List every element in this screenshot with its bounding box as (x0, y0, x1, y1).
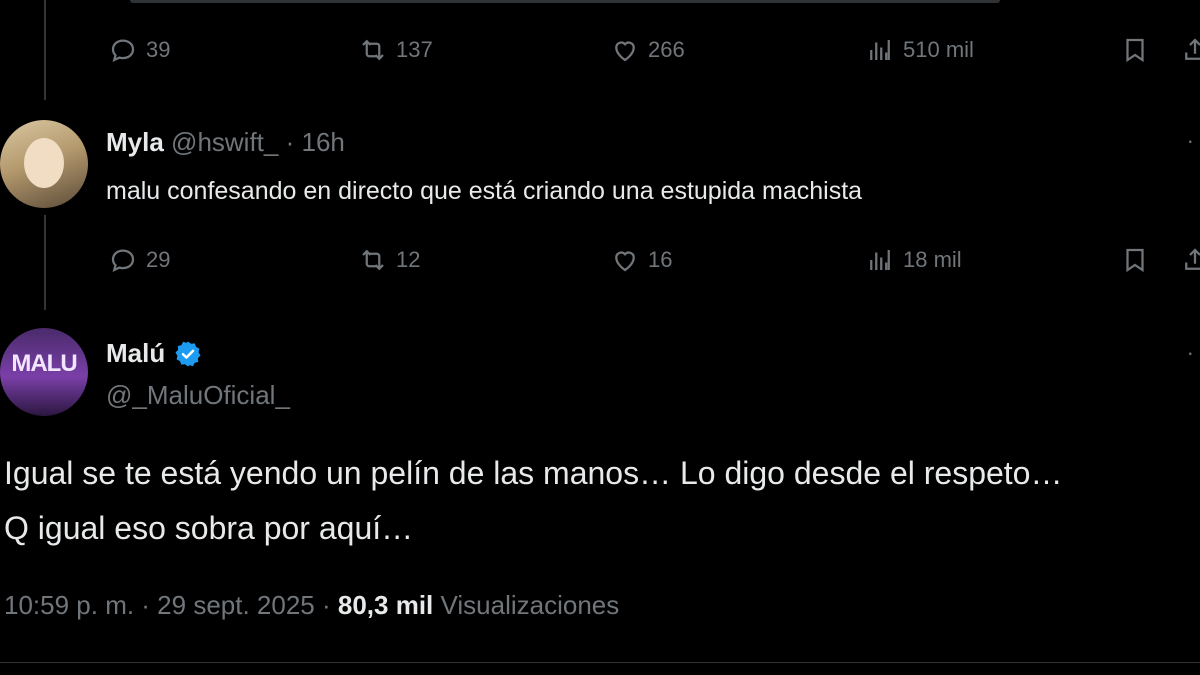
more-options-icon[interactable]: · (1187, 340, 1194, 366)
retweet-count: 12 (396, 247, 421, 272)
retweet-icon (362, 39, 384, 61)
bookmark-button[interactable] (1120, 35, 1150, 65)
tweet-timestamp[interactable]: 10:59 p. m. · 29 sept. 2025 · (4, 590, 331, 620)
like-count: 16 (648, 247, 673, 272)
tweet-1-action-bar: 39 137 266 510 mil (100, 30, 1200, 70)
thread-connector (44, 0, 46, 100)
tweet-2-header: Myla @hswift_ · 16h (106, 127, 345, 158)
avatar-face (24, 138, 64, 188)
retweet-button[interactable]: 12 (358, 245, 420, 275)
reply-button[interactable]: 39 (108, 35, 170, 65)
more-options-icon[interactable]: · (1187, 128, 1194, 154)
like-button[interactable]: 266 (610, 35, 685, 65)
tweet-3-text-line-2: Q igual eso sobra por aquí… (4, 510, 414, 546)
views-count: 510 mil (903, 37, 974, 62)
retweet-icon (362, 249, 384, 271)
views-label: Visualizaciones (440, 590, 620, 620)
tweet-2-text: malu confesando en directo que está cria… (106, 177, 863, 205)
share-button[interactable] (1180, 35, 1200, 65)
like-count: 266 (648, 37, 685, 62)
reply-button[interactable]: 29 (108, 245, 170, 275)
reply-count: 29 (146, 247, 171, 272)
myla-avatar[interactable] (0, 120, 88, 208)
reply-icon (111, 249, 135, 273)
author-handle[interactable]: @hswift_ (171, 127, 278, 157)
reply-count: 39 (146, 37, 171, 62)
bookmark-button[interactable] (1120, 245, 1150, 275)
author-name[interactable]: Myla (106, 127, 164, 157)
malu-avatar[interactable]: MALU (0, 328, 88, 416)
bookmark-icon (1126, 248, 1144, 273)
verified-badge-icon (175, 341, 201, 366)
tweet-3-text-line-1: Igual se te está yendo un pelín de las m… (4, 455, 1063, 491)
author-name[interactable]: Malú (106, 338, 165, 369)
retweet-button[interactable]: 137 (358, 35, 433, 65)
thread-connector-2 (44, 215, 46, 310)
views-button[interactable]: 18 mil (865, 245, 962, 275)
avatar-logo-text: MALU (11, 350, 77, 377)
tweet-2-action-bar: 29 12 16 18 mil (100, 240, 1200, 280)
analytics-icon (870, 40, 890, 60)
tweet-3-header: Malú (106, 338, 203, 369)
retweet-count: 137 (396, 37, 433, 62)
share-button[interactable] (1180, 245, 1200, 275)
views-button[interactable]: 510 mil (865, 35, 974, 65)
analytics-icon (870, 250, 890, 270)
reply-icon (111, 39, 135, 63)
heart-icon (615, 251, 635, 272)
tweet-meta: 10:59 p. m. · 29 sept. 2025 · 80,3 mil V… (4, 590, 619, 621)
share-icon (1185, 38, 1200, 60)
like-button[interactable]: 16 (610, 245, 672, 275)
bookmark-icon (1126, 38, 1144, 63)
views-total: 80,3 mil (337, 590, 434, 620)
author-handle[interactable]: @_MaluOficial_ (106, 380, 290, 411)
share-icon (1185, 248, 1200, 270)
views-count: 18 mil (903, 247, 962, 272)
tweet-time[interactable]: · 16h (286, 127, 345, 157)
previous-tweet-media-edge (130, 0, 1000, 3)
divider (0, 662, 1200, 663)
heart-icon (615, 41, 635, 62)
